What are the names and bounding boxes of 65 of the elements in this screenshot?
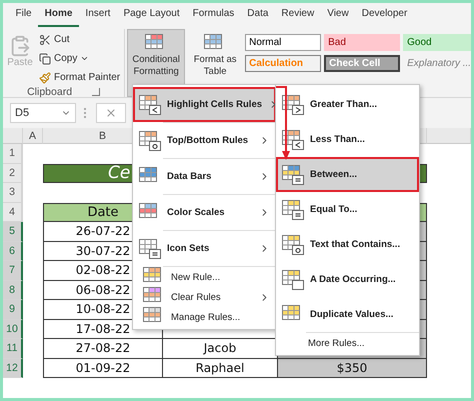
rule-icon: [282, 164, 304, 184]
ribbon-tab[interactable]: Developer: [355, 5, 414, 27]
paintbrush-icon: [39, 72, 51, 84]
copy-icon: [39, 52, 51, 64]
icon-sets-icon: [139, 238, 161, 258]
copy-button[interactable]: Copy: [39, 50, 120, 67]
table-cell: 01-09-22: [43, 358, 163, 378]
ribbon-tab[interactable]: Formulas: [186, 5, 241, 27]
name-box[interactable]: D5: [10, 103, 76, 123]
cell-style-option[interactable]: Normal: [245, 34, 322, 51]
row-header[interactable]: 1: [3, 144, 23, 164]
menu-item[interactable]: Greater Than...: [276, 87, 419, 122]
scissors-icon: [39, 34, 51, 46]
cell-style-option[interactable]: Explanatory ...: [403, 55, 471, 72]
row-header[interactable]: 9: [3, 300, 23, 320]
row-header[interactable]: 6: [3, 242, 23, 261]
select-all-corner[interactable]: [3, 128, 23, 144]
cell-style-option[interactable]: Good: [403, 34, 471, 51]
format-painter-button[interactable]: Format Painter: [39, 69, 120, 86]
table-cell: 27-08-22: [43, 339, 163, 358]
paste-icon: [9, 35, 31, 57]
menu-item[interactable]: Data Bars: [133, 159, 276, 194]
caret-icon: [80, 54, 90, 63]
ribbon-tab[interactable]: Page Layout: [116, 5, 186, 27]
menu-item[interactable]: A Date Occurring...: [276, 262, 419, 297]
ribbon-tab[interactable]: Insert: [78, 5, 117, 27]
ribbon-tab[interactable]: View: [320, 5, 356, 27]
cell-style-option[interactable]: Bad: [324, 34, 400, 51]
ribbon-tab[interactable]: Home: [38, 5, 79, 27]
row-header[interactable]: 2: [3, 164, 23, 183]
row-header[interactable]: 10: [3, 320, 23, 339]
row-header[interactable]: 8: [3, 280, 23, 300]
title-text: Ce: [108, 163, 130, 184]
rule-icon: [282, 94, 304, 114]
rule-icon: [282, 270, 304, 290]
row-header[interactable]: 11: [3, 339, 23, 358]
column-header[interactable]: A: [23, 128, 43, 144]
row-header[interactable]: 5: [3, 222, 23, 242]
row-header[interactable]: 12: [3, 358, 23, 378]
cancel-button[interactable]: [96, 103, 126, 123]
menu-item[interactable]: Between...: [276, 157, 419, 192]
rule-icon: [282, 130, 304, 150]
row-header[interactable]: 4: [3, 202, 23, 222]
row-header[interactable]: 3: [3, 183, 23, 202]
column-header[interactable]: [427, 128, 471, 144]
close-icon: [105, 107, 117, 119]
table-cell: $350: [278, 358, 427, 378]
ribbon-tab[interactable]: File: [9, 5, 38, 27]
rule-icon: [282, 234, 304, 254]
dialog-launcher-icon[interactable]: [92, 88, 100, 96]
menu-item[interactable]: Duplicate Values...: [276, 297, 419, 332]
menu-item[interactable]: Equal To...: [276, 192, 419, 227]
menu-item[interactable]: Text that Contains...: [276, 227, 419, 262]
ribbon-tab[interactable]: Review: [274, 5, 321, 27]
row-header[interactable]: 7: [3, 261, 23, 280]
grip-icon: [84, 108, 88, 118]
rule-icon: [282, 200, 304, 220]
group-label: Clipboard: [27, 86, 72, 98]
ribbon-tab[interactable]: Data: [240, 5, 275, 27]
top-bottom-icon: [139, 130, 161, 150]
menu-item[interactable]: Highlight Cells Rules: [133, 87, 276, 122]
highlight-rules-icon: [139, 94, 161, 114]
menu-item[interactable]: More Rules...: [276, 333, 419, 353]
cut-button[interactable]: Cut: [39, 31, 120, 48]
menu-item[interactable]: Less Than...: [276, 122, 419, 157]
